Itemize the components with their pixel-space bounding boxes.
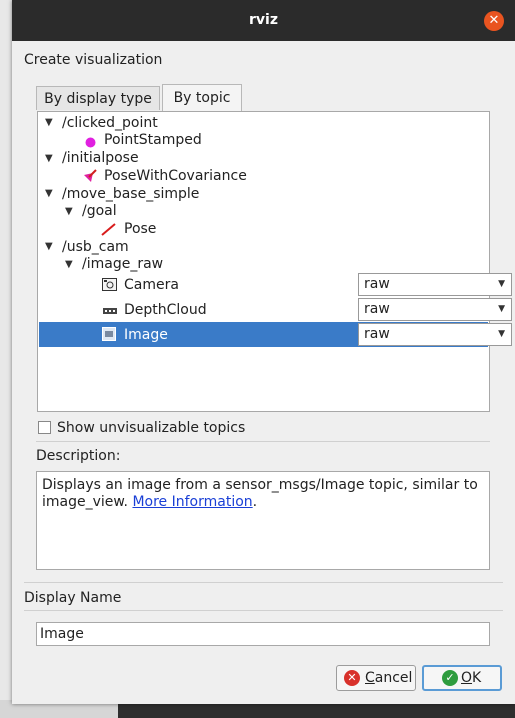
cancel-label: Cancel	[365, 670, 413, 686]
divider	[24, 582, 503, 583]
divider	[24, 610, 503, 611]
description-label: Description:	[36, 448, 121, 464]
description-trailing: .	[252, 494, 258, 510]
image-icon	[102, 327, 116, 345]
description-box: Displays an image from a sensor_msgs/Ima…	[36, 471, 490, 570]
ok-label: OK	[461, 670, 482, 686]
tab-by-display-type[interactable]: By display type	[36, 86, 160, 110]
more-information-link[interactable]: More Information	[132, 494, 252, 510]
tree-item-image[interactable]: Image	[124, 324, 168, 346]
camera-transport-select[interactable]: raw ▼	[358, 273, 512, 296]
topic-tree: ▼ /clicked_point PointStamped ▼ /initial…	[37, 111, 512, 412]
cancel-button[interactable]: ✕ Cancel	[336, 665, 416, 691]
check-icon: ✓	[442, 670, 458, 686]
close-button[interactable]: ✕	[484, 11, 504, 31]
background-viewport	[118, 704, 515, 718]
camera-icon	[102, 278, 117, 295]
tree-item-pose[interactable]: Pose	[124, 218, 156, 240]
depthcloud-transport-select[interactable]: raw ▼	[358, 298, 512, 321]
tab-by-topic[interactable]: By topic	[162, 84, 242, 111]
expand-arrow-icon[interactable]: ▼	[45, 153, 53, 164]
expand-arrow-icon[interactable]: ▼	[45, 241, 53, 252]
ok-button[interactable]: ✓ OK	[422, 665, 502, 691]
chevron-down-icon: ▼	[498, 329, 505, 339]
show-unvisualizable-checkbox[interactable]	[38, 421, 51, 434]
expand-arrow-icon[interactable]: ▼	[65, 206, 73, 217]
tree-item-image-raw[interactable]: /image_raw	[82, 253, 163, 275]
tree-item-depthcloud[interactable]: DepthCloud	[124, 299, 207, 321]
display-name-input[interactable]: Image	[36, 622, 490, 646]
depthcloud-icon	[102, 304, 118, 320]
description-text: Displays an image from a sensor_msgs/Ima…	[42, 477, 478, 510]
image-transport-value: raw	[364, 326, 390, 342]
expand-arrow-icon[interactable]: ▼	[65, 259, 73, 270]
divider	[36, 441, 490, 442]
window-title: rviz	[249, 12, 278, 28]
chevron-down-icon: ▼	[498, 304, 505, 314]
background-panel	[0, 0, 12, 718]
image-transport-select[interactable]: raw ▼	[358, 323, 512, 346]
create-visualization-dialog: rviz ✕ Create visualization By display t…	[12, 0, 515, 704]
depthcloud-transport-value: raw	[364, 301, 390, 317]
camera-transport-value: raw	[364, 276, 390, 292]
display-name-label: Display Name	[24, 590, 122, 606]
tree-item-camera[interactable]: Camera	[124, 274, 179, 296]
show-unvisualizable-label[interactable]: Show unvisualizable topics	[57, 420, 245, 436]
tree-item-goal[interactable]: /goal	[82, 200, 117, 222]
titlebar: rviz ✕	[12, 0, 515, 41]
close-icon: ✕	[488, 13, 500, 28]
expand-arrow-icon[interactable]: ▼	[45, 117, 53, 128]
chevron-down-icon: ▼	[498, 279, 505, 289]
cancel-icon: ✕	[344, 670, 360, 686]
create-visualization-label: Create visualization	[24, 52, 163, 68]
expand-arrow-icon[interactable]: ▼	[45, 188, 53, 199]
